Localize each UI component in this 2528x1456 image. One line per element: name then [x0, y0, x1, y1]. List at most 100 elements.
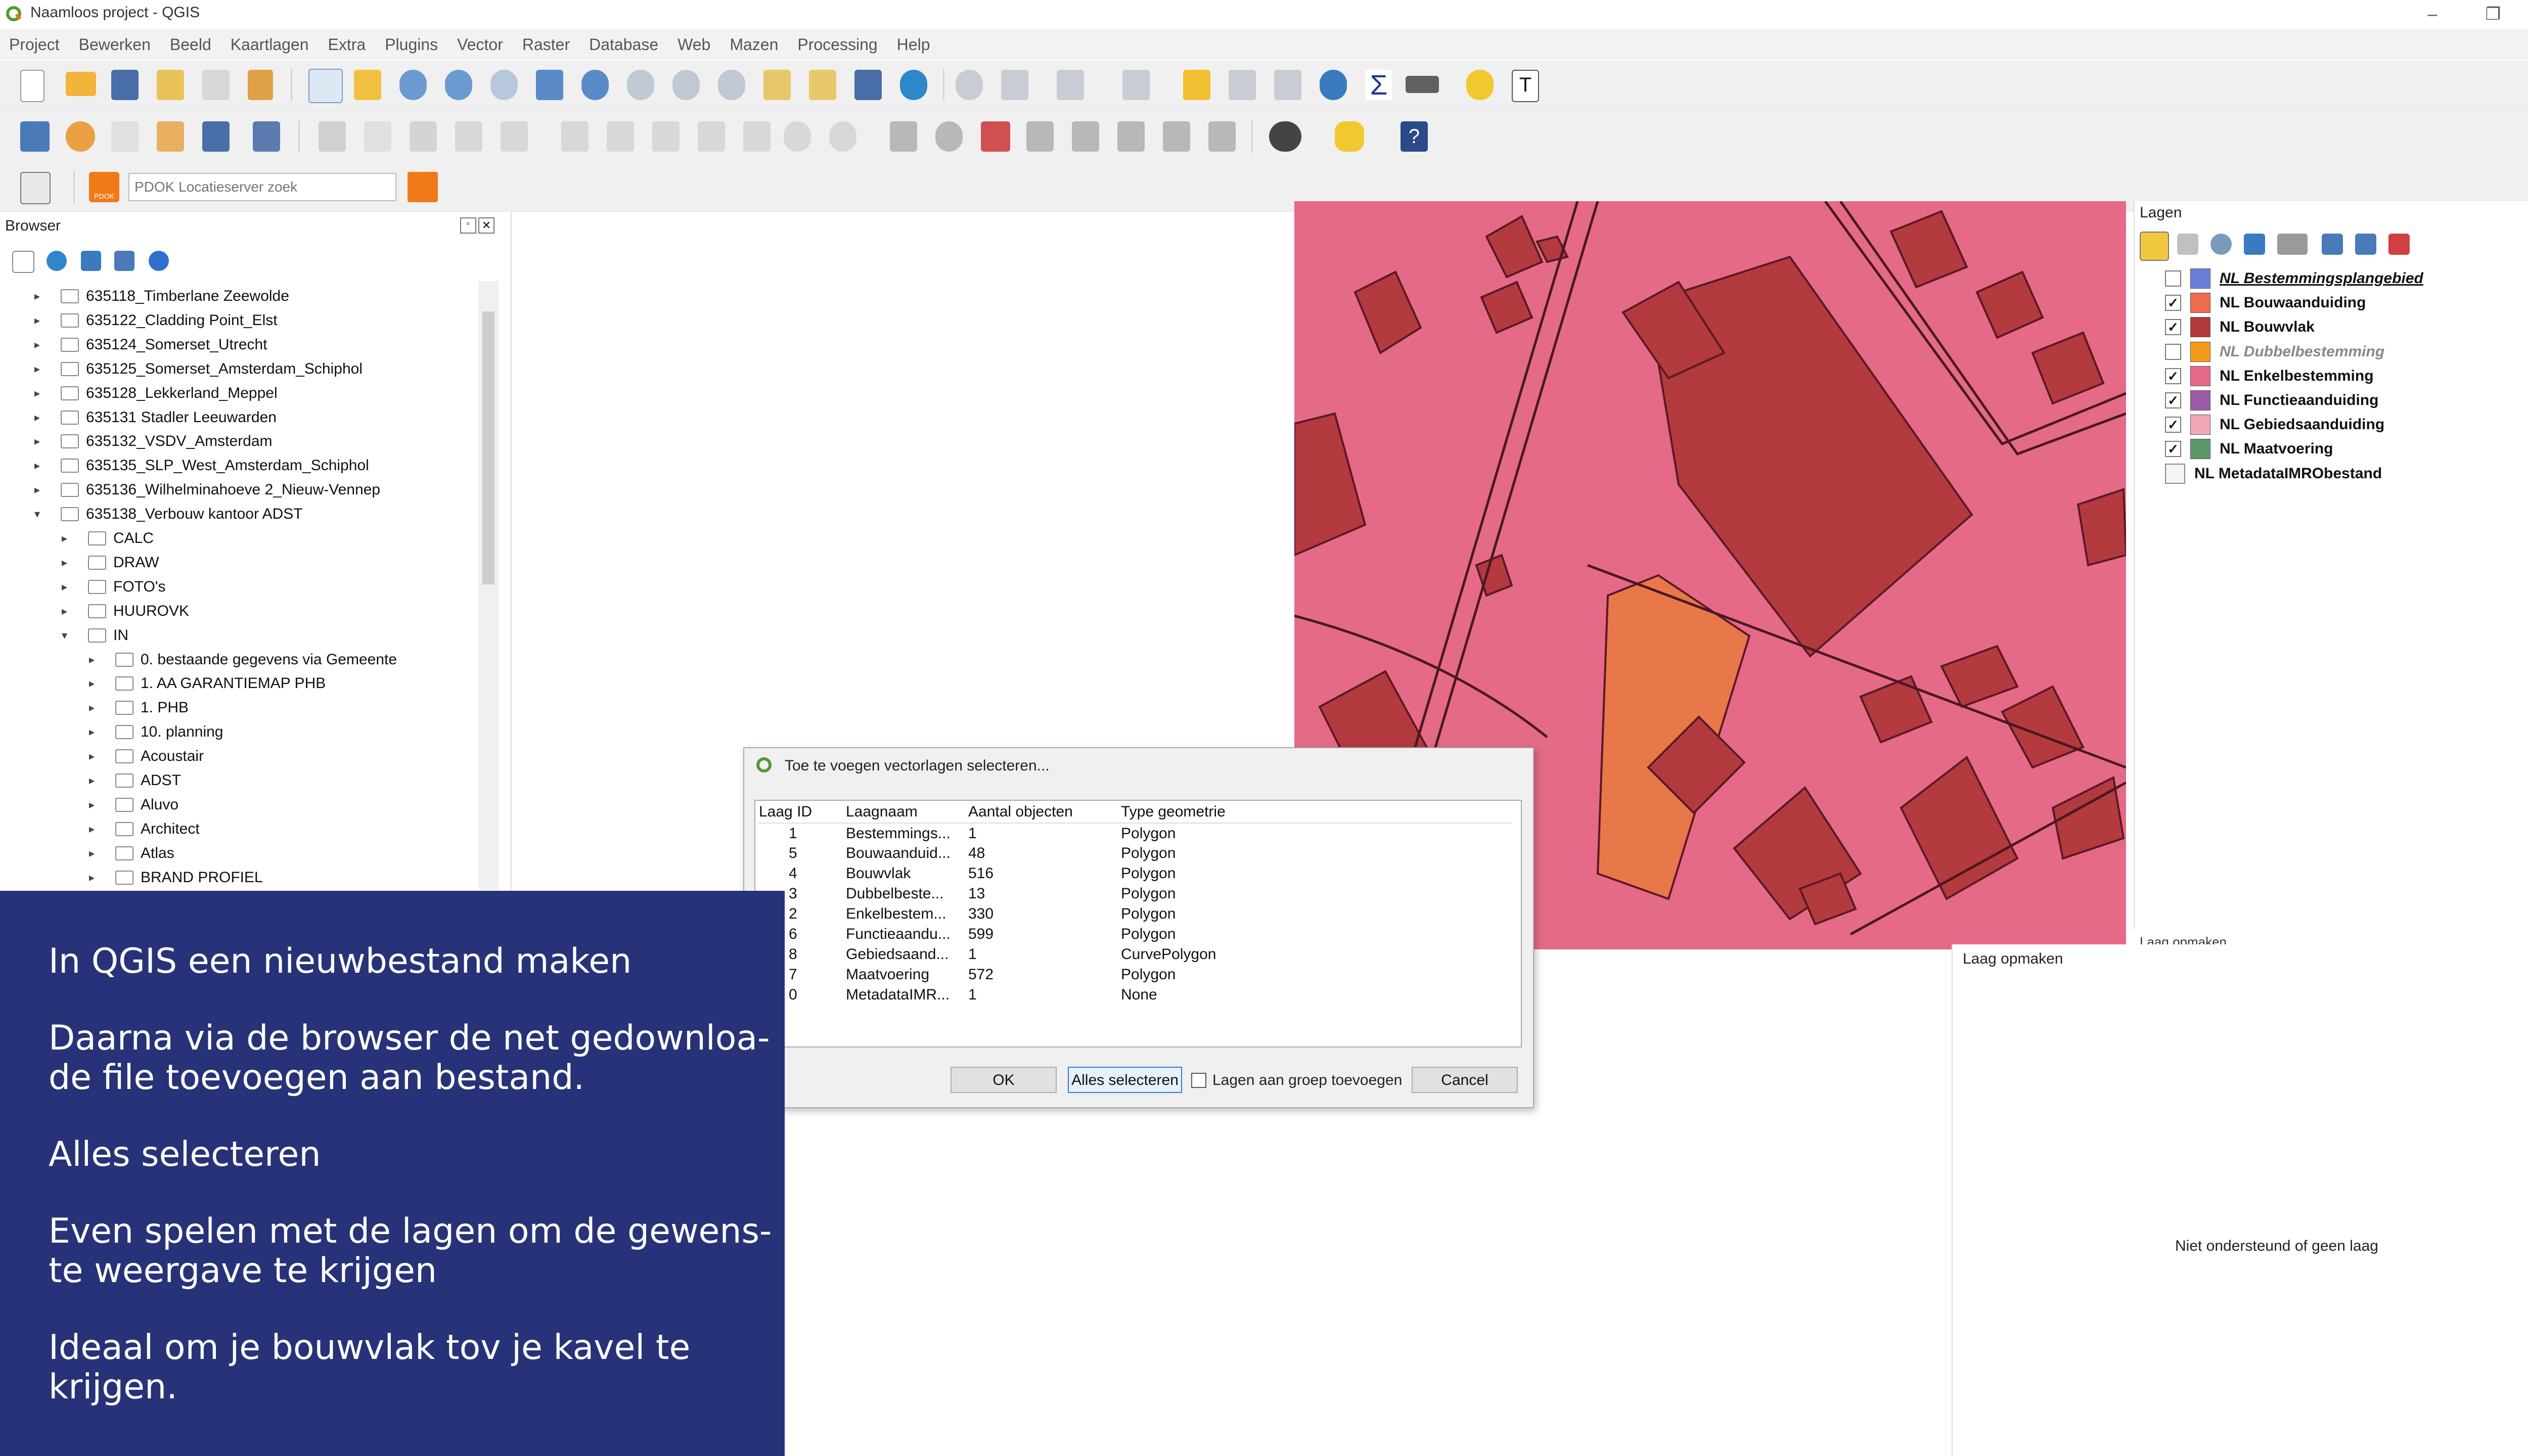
chevron-right-icon[interactable]: ▸ — [34, 387, 47, 400]
add-group-icon[interactable] — [2177, 234, 2198, 255]
collapse-all-layers-icon[interactable] — [2355, 234, 2376, 255]
zoom-to-selection-icon[interactable] — [581, 70, 609, 100]
pan-to-selection-icon[interactable] — [354, 70, 381, 100]
new-bookmark-icon[interactable] — [809, 70, 836, 100]
modify-attributes-icon[interactable] — [561, 121, 589, 152]
deselect-icon[interactable] — [1183, 70, 1210, 100]
chevron-right-icon[interactable]: ▸ — [89, 847, 101, 860]
table-row[interactable]: 1 Bestemmings... 1 Polygon — [758, 823, 1512, 843]
new-map-view-icon[interactable] — [763, 70, 791, 100]
properties-info-icon[interactable] — [149, 251, 169, 271]
undo-icon[interactable] — [784, 121, 811, 152]
layer-item[interactable]: ✓ NL Functieaanduiding — [2165, 389, 2378, 412]
text-annotation-icon[interactable]: T — [1512, 70, 1539, 102]
add-to-group-checkbox[interactable] — [1191, 1073, 1206, 1088]
move-label-icon[interactable] — [1026, 121, 1054, 152]
layer-item[interactable]: ✓ NL Maatvoering — [2165, 437, 2333, 461]
chevron-right-icon[interactable]: ▸ — [62, 580, 74, 594]
zoom-out-icon[interactable] — [445, 70, 472, 100]
collapse-all-icon[interactable] — [114, 251, 134, 271]
chevron-right-icon[interactable]: ▸ — [89, 750, 101, 763]
layer-symbol-swatch[interactable] — [2190, 317, 2210, 338]
chevron-right-icon[interactable]: ▸ — [34, 435, 47, 448]
layer-item[interactable]: NL MetadataIMRObestand — [2165, 462, 2382, 485]
chevron-right-icon[interactable]: ▸ — [34, 314, 47, 327]
chevron-right-icon[interactable]: ▸ — [34, 290, 47, 303]
col-type-geometrie[interactable]: Type geometrie — [1120, 801, 1512, 823]
zoom-full-icon[interactable] — [536, 70, 563, 100]
browser-tree-item[interactable]: ▸ 635128_Lekkerland_Meppel — [34, 381, 278, 405]
menu-processing[interactable]: Processing — [797, 35, 877, 54]
layer-symbol-swatch[interactable] — [2190, 341, 2210, 362]
browser-tree-item[interactable]: ▸ 1. PHB — [89, 696, 189, 720]
refresh-icon[interactable] — [900, 70, 927, 100]
copy-features-icon[interactable] — [698, 121, 725, 152]
table-row[interactable]: 8 Gebiedsaand... 1 CurvePolygon — [758, 944, 1512, 965]
layer-item[interactable]: NL Dubbelbestemming — [2165, 340, 2384, 363]
refresh-browser-icon[interactable] — [47, 251, 67, 271]
label-tool-icon[interactable] — [890, 121, 917, 152]
browser-tree-item[interactable]: ▸ 635118_Timberlane Zeewolde — [34, 284, 289, 308]
browser-tree-item[interactable]: ▸ 0. bestaande gegevens via Gemeente — [89, 648, 397, 672]
layer-visibility-checkbox[interactable] — [2165, 270, 2181, 287]
table-row[interactable]: 0 MetadataIMR... 1 None — [758, 985, 1512, 1005]
pan-hand-icon[interactable] — [308, 69, 343, 103]
layer-visibility-checkbox[interactable]: ✓ — [2165, 295, 2181, 311]
cut-features-icon[interactable] — [652, 121, 680, 152]
layer-item[interactable]: ✓ NL Enkelbestemming — [2165, 365, 2374, 388]
menu-project[interactable]: Project — [9, 35, 60, 54]
pdok-search-input[interactable] — [128, 173, 396, 201]
add-geopackage-icon[interactable] — [66, 121, 95, 152]
statistics-sigma-icon[interactable]: Σ — [1365, 70, 1392, 100]
add-selected-layers-icon[interactable] — [12, 251, 34, 273]
layer-visibility-checkbox[interactable]: ✓ — [2165, 392, 2181, 408]
filter-by-expression-icon[interactable] — [2277, 234, 2308, 255]
chevron-right-icon[interactable]: ▸ — [89, 823, 101, 836]
save-as-icon[interactable] — [157, 70, 184, 100]
save-edits-icon[interactable] — [410, 121, 437, 152]
chevron-right-icon[interactable]: ▸ — [34, 338, 47, 351]
cancel-button[interactable]: Cancel — [1412, 1067, 1518, 1093]
rotate-label-icon[interactable] — [1072, 121, 1099, 152]
menu-plugins[interactable]: Plugins — [385, 35, 438, 54]
new-layer-icon[interactable] — [157, 121, 184, 152]
browser-scrollbar[interactable] — [478, 281, 499, 890]
layer-visibility-checkbox[interactable]: ✓ — [2165, 441, 2181, 458]
layer-visibility-checkbox[interactable]: ✓ — [2165, 417, 2181, 433]
menu-database[interactable]: Database — [589, 35, 658, 54]
menu-mazen[interactable]: Mazen — [730, 35, 778, 54]
field-calculator-icon[interactable] — [1274, 70, 1301, 100]
remove-layer-icon[interactable] — [2388, 234, 2410, 255]
add-vector-icon[interactable] — [111, 121, 139, 152]
layer-symbol-swatch[interactable] — [2190, 439, 2210, 460]
menu-vector[interactable]: Vector — [457, 35, 503, 54]
browser-tree-item[interactable]: ▸ Atlas — [89, 841, 174, 866]
help-icon[interactable]: ? — [1401, 121, 1428, 152]
edit-pencil-icon[interactable] — [319, 121, 346, 152]
layer-visibility-checkbox[interactable] — [2165, 343, 2181, 360]
layer-symbol-swatch[interactable] — [2190, 366, 2210, 386]
style-manager-icon[interactable] — [248, 70, 273, 100]
zoom-last-icon[interactable] — [718, 70, 745, 100]
chevron-right-icon[interactable]: ▸ — [89, 701, 101, 714]
menu-beeld[interactable]: Beeld — [170, 35, 211, 54]
browser-tree-item[interactable]: ▸ BRAND PROFIEL — [89, 866, 263, 890]
menu-bewerken[interactable]: Bewerken — [79, 35, 151, 54]
map-tips-icon[interactable] — [1466, 70, 1494, 100]
identify-icon[interactable] — [956, 70, 983, 100]
add-feature-icon[interactable] — [455, 121, 482, 152]
layer-symbol-swatch[interactable] — [2190, 293, 2210, 313]
virtual-layer-icon[interactable] — [253, 121, 280, 152]
browser-tree-item[interactable]: ▸ 635135_SLP_West_Amsterdam_Schiphol — [34, 453, 369, 478]
python-console-icon[interactable] — [1335, 121, 1364, 152]
zoom-to-layer-icon[interactable] — [627, 70, 654, 100]
restore-button[interactable]: ❐ — [2465, 0, 2521, 28]
save-project-icon[interactable] — [111, 70, 139, 100]
action-icon[interactable] — [1001, 70, 1028, 100]
chevron-right-icon[interactable]: ▸ — [34, 411, 47, 424]
pdok-search-icon[interactable] — [408, 172, 438, 202]
paste-features-icon[interactable] — [743, 121, 771, 152]
filter-browser-icon[interactable] — [81, 251, 101, 271]
chevron-right-icon[interactable]: ▸ — [89, 774, 101, 787]
browser-tree-item[interactable]: ▸ HUUROVK — [62, 599, 189, 623]
